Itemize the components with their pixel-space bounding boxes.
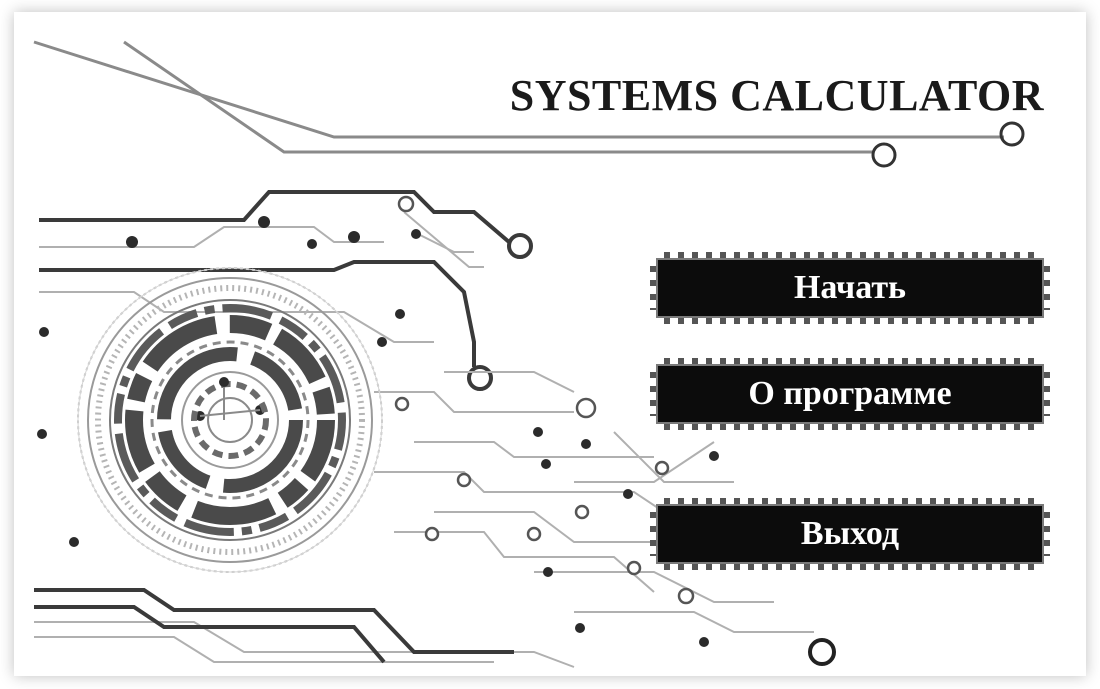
chip-pins-decoration: [650, 372, 656, 416]
start-button[interactable]: Начать: [650, 252, 1050, 324]
chip-pins-decoration: [664, 358, 1036, 364]
circular-circuit-emblem-icon: [77, 267, 383, 573]
app-window: SYSTEMS CALCULATOR Начать О программе Вы…: [14, 12, 1086, 676]
chip-pins-decoration: [1044, 512, 1050, 556]
about-button[interactable]: О программе: [650, 358, 1050, 430]
exit-button[interactable]: Выход: [650, 498, 1050, 570]
chip-pins-decoration: [664, 252, 1036, 258]
chip-pins-decoration: [650, 512, 656, 556]
chip-pins-decoration: [664, 424, 1036, 430]
chip-pins-decoration: [664, 318, 1036, 324]
chip-pins-decoration: [650, 266, 656, 310]
chip-pins-decoration: [664, 564, 1036, 570]
chip-pins-decoration: [1044, 372, 1050, 416]
about-button-label: О программе: [748, 375, 952, 412]
chip-pins-decoration: [1044, 266, 1050, 310]
chip-pins-decoration: [664, 498, 1036, 504]
exit-button-label: Выход: [800, 515, 900, 552]
start-button-label: Начать: [793, 269, 907, 306]
app-title: SYSTEMS CALCULATOR: [509, 71, 1044, 120]
